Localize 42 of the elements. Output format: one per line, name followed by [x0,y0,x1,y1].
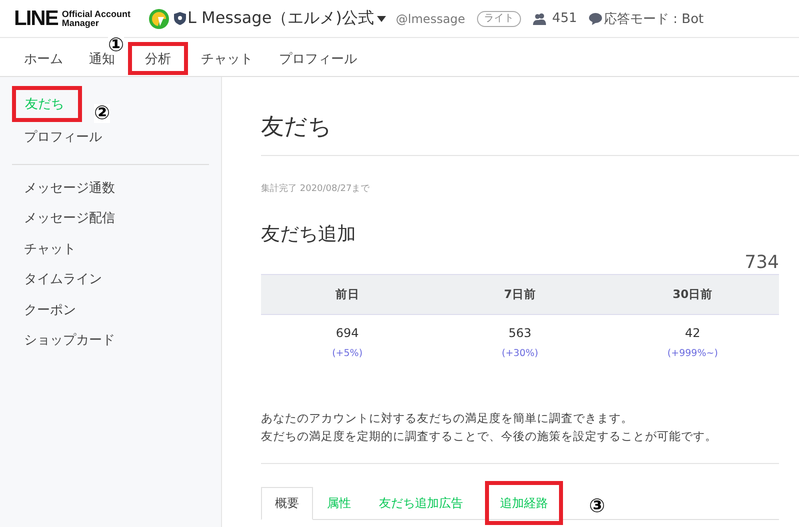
plan-badge: ライト [477,10,522,26]
sidebar-item[interactable]: タイムライン [12,264,114,294]
nav-tab[interactable]: ホーム [11,42,76,75]
column-header: 7日前 [434,274,606,314]
people-icon [533,12,546,24]
account-name[interactable]: L Message（エルメ)公式 [188,8,374,29]
column-header: 30日前 [606,274,779,314]
logo-subtitle: Manager [62,18,100,28]
friends-count: 451 [552,11,577,26]
chat-bubble-icon [589,12,602,24]
nav-tab[interactable]: プロフィール [266,42,370,75]
shield-icon [174,12,186,25]
table-value: 563 [508,325,532,342]
table-value: 694 [334,325,360,342]
logo-text: LINE [14,6,58,30]
section-title: 友だち追加 [261,222,357,247]
table-value: 42 [684,325,702,342]
updated-note: 集計完了 2020/08/27まで [261,182,371,195]
sidebar-item[interactable]: メッセージ配信 [12,203,127,234]
sub-tab[interactable]: 概要 [261,487,313,520]
column-header: 前日 [261,274,434,314]
nav-tab[interactable]: 分析 [128,42,188,75]
response-mode: 応答モード : Bot [604,10,704,28]
description-text: あなたのアカウントに対する友だちの満足度を簡単に調査できます。 [261,410,634,427]
page-title: 友だち [261,113,333,142]
change-percent: (+30%) [502,348,538,359]
callout-number: ① [108,36,124,55]
account-avatar-icon [148,8,169,28]
change-percent: (+5%) [332,348,363,359]
sidebar-item[interactable]: クーポン [12,294,88,325]
sidebar-item[interactable]: チャット [12,234,88,264]
sidebar-item[interactable]: ショップカード [12,325,127,356]
nav-tab[interactable]: チャット [188,42,266,75]
account-id: @lmessage [396,12,466,26]
caret-icon[interactable] [376,16,386,22]
change-percent: (+999%~) [667,348,718,359]
total-count: 734 [744,252,779,273]
sidebar-item[interactable]: プロフィール [12,122,114,152]
logo-subtitle: Official Account [62,10,131,18]
sidebar-item[interactable]: メッセージ通数 [12,172,127,203]
description-text: 友だちの満足度を定期的に調査することで、今後の施策を設定することが可能です。 [261,428,718,445]
callout-number: ② [94,104,110,123]
